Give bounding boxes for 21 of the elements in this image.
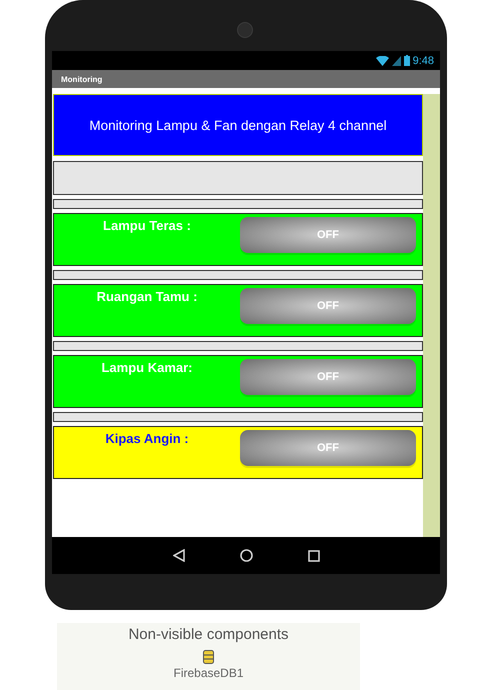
component-label: FirebaseDB1 xyxy=(173,666,244,680)
battery-icon xyxy=(404,55,410,66)
relay-label: Kipas Angin : xyxy=(105,431,189,446)
signal-icon xyxy=(392,56,401,66)
toggle-button[interactable]: OFF xyxy=(240,359,416,395)
clock-time: 9:48 xyxy=(412,54,434,66)
database-icon xyxy=(203,650,214,664)
relay-label: Ruangan Tamu : xyxy=(96,289,198,304)
toggle-button[interactable]: OFF xyxy=(240,288,416,324)
relay-label: Lampu Kamar: xyxy=(101,360,193,375)
toggle-button[interactable]: OFF xyxy=(240,430,416,466)
panel-heading: Non-visible components xyxy=(128,626,289,643)
wifi-icon xyxy=(376,56,389,66)
recents-icon[interactable] xyxy=(308,550,320,562)
header-title: Monitoring Lampu & Fan dengan Relay 4 channel xyxy=(89,118,387,132)
screen-title: Monitoring xyxy=(61,74,102,84)
home-icon[interactable] xyxy=(240,549,252,562)
relay-label: Lampu Teras : xyxy=(103,218,191,233)
back-icon[interactable] xyxy=(172,549,184,562)
toggle-button[interactable]: OFF xyxy=(240,217,416,253)
camera-icon xyxy=(237,22,253,38)
